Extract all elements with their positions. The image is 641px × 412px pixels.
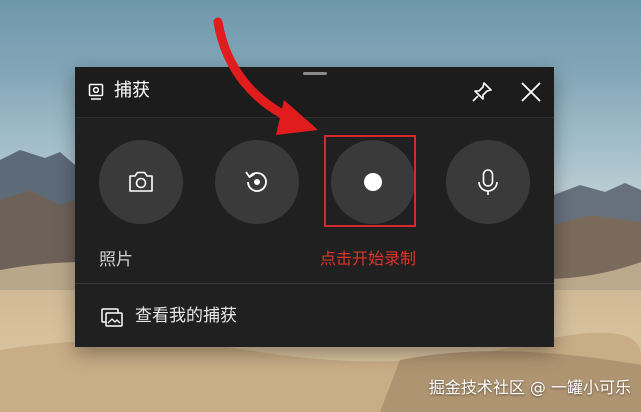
close-icon[interactable]: [516, 77, 546, 107]
widget-title: 捕获: [114, 80, 150, 101]
screenshot-button[interactable]: [99, 140, 183, 224]
record-annotation-label: 点击开始录制: [320, 249, 417, 268]
watermark-text: 掘金技术社区 @ 一罐小可乐: [428, 378, 631, 397]
see-my-captures-link[interactable]: 查看我的捕获: [135, 305, 237, 327]
record-last-30s-button[interactable]: [215, 140, 299, 224]
replay-icon: [245, 171, 267, 192]
red-pointer-arrow: [213, 17, 318, 135]
gallery-icon[interactable]: [101, 307, 123, 327]
photo-label: 照片: [99, 250, 133, 270]
microphone-button[interactable]: [446, 140, 530, 224]
microphone-icon: [478, 169, 498, 195]
gallery-divider: [75, 283, 554, 284]
pin-icon[interactable]: [469, 79, 495, 105]
camera-icon: [129, 171, 153, 192]
capture-widget-icon: [88, 83, 104, 100]
